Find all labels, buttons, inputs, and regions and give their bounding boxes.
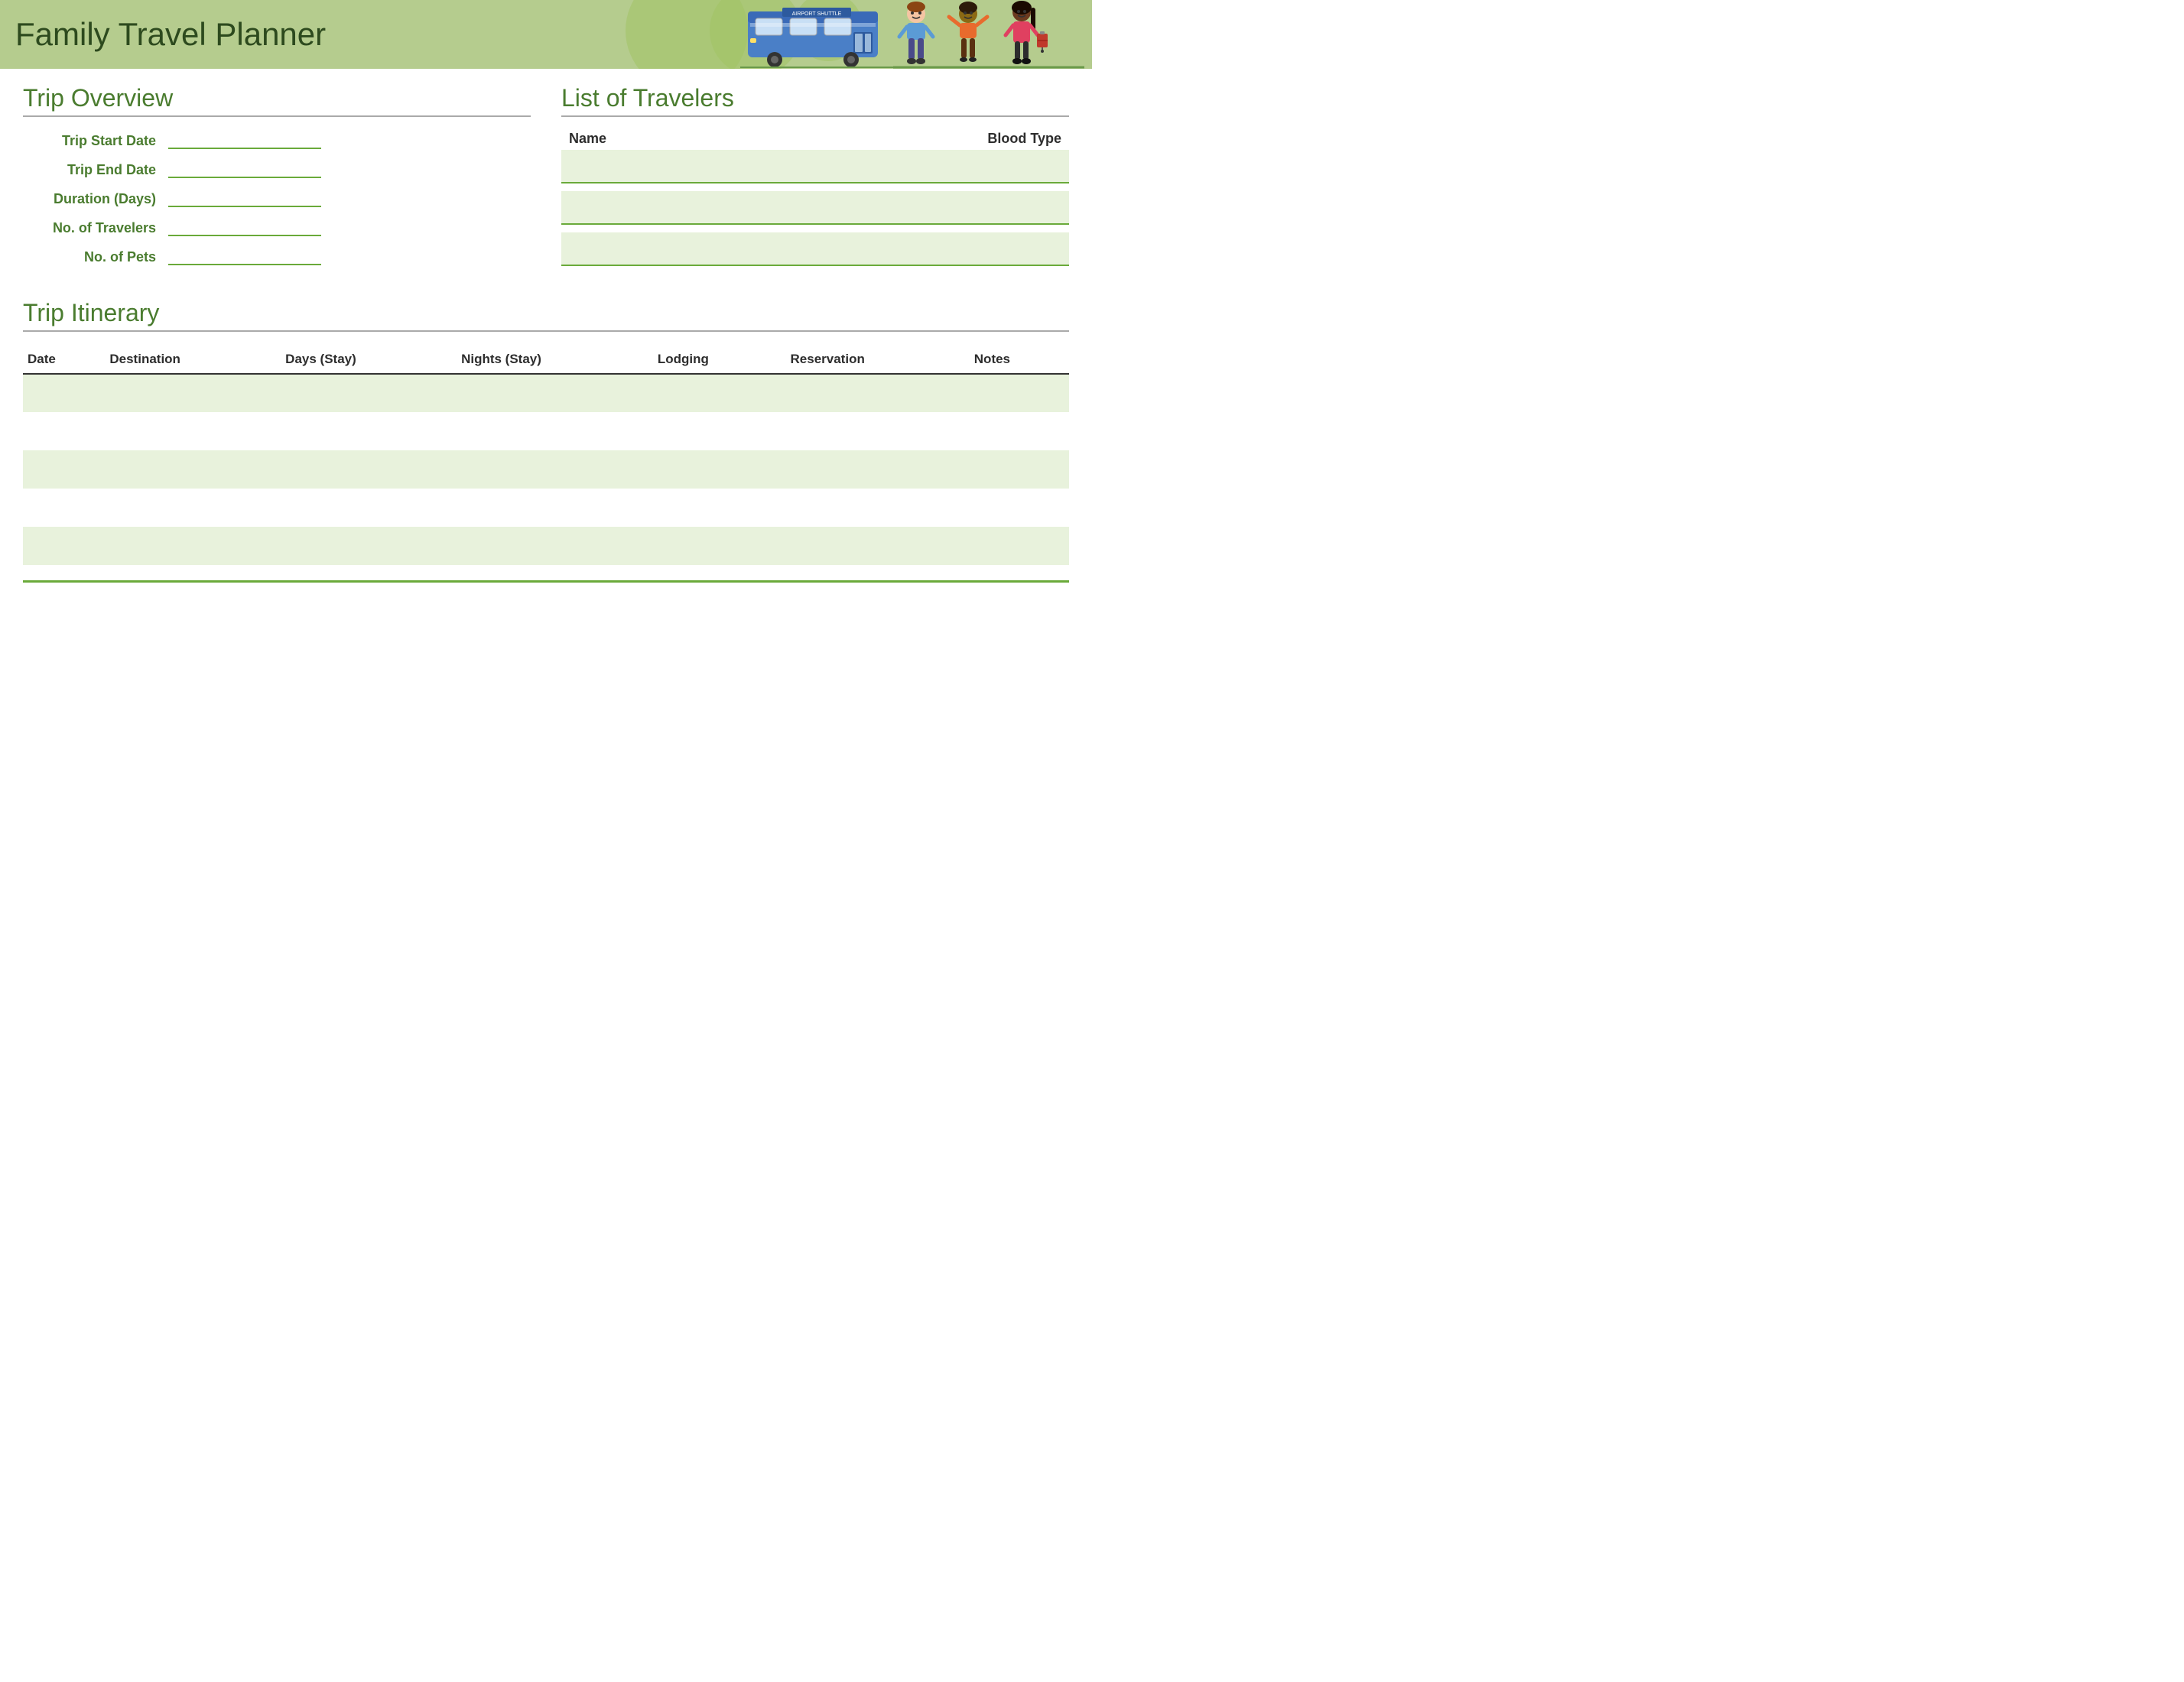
trip-overview-title: Trip Overview: [23, 84, 531, 117]
duration-days-input[interactable]: [168, 189, 321, 207]
itinerary-row-4[interactable]: [23, 489, 1069, 527]
itinerary-notes-5: [970, 527, 1069, 565]
itinerary-lodging-4: [653, 489, 786, 527]
col-blood-header: Blood Type: [897, 131, 1061, 147]
itinerary-date-3: [23, 450, 105, 489]
itinerary-reservation-5: [786, 527, 970, 565]
trip-end-date-input[interactable]: [168, 160, 321, 178]
duration-days-label: Duration (Days): [31, 191, 168, 207]
itinerary-nights-4: [457, 489, 653, 527]
itinerary-nights-5: [457, 527, 653, 565]
col-date-header: Date: [23, 346, 105, 374]
itinerary-lodging-1: [653, 374, 786, 412]
main-content: Trip Overview Trip Start Date Trip End D…: [0, 69, 1092, 598]
overview-travelers-section: Trip Overview Trip Start Date Trip End D…: [23, 84, 1069, 276]
traveler-row-1[interactable]: [561, 150, 1069, 183]
col-destination-header: Destination: [105, 346, 281, 374]
itinerary-destination-4: [105, 489, 281, 527]
num-pets-row: No. of Pets: [23, 247, 531, 265]
itinerary-nights-2: [457, 412, 653, 450]
travelers-title: List of Travelers: [561, 84, 1069, 117]
num-travelers-input[interactable]: [168, 218, 321, 236]
col-lodging-header: Lodging: [653, 346, 786, 374]
itinerary-date-5: [23, 527, 105, 565]
itinerary-nights-1: [457, 374, 653, 412]
itinerary-date-4: [23, 489, 105, 527]
col-name-header: Name: [569, 131, 897, 147]
itinerary-date-2: [23, 412, 105, 450]
itinerary-notes-4: [970, 489, 1069, 527]
footer-divider: [23, 580, 1069, 583]
num-travelers-row: No. of Travelers: [23, 218, 531, 236]
itinerary-nights-3: [457, 450, 653, 489]
page-title: Family Travel Planner: [15, 16, 326, 53]
itinerary-notes-3: [970, 450, 1069, 489]
itinerary-destination-3: [105, 450, 281, 489]
traveler-row-3[interactable]: [561, 232, 1069, 266]
itinerary-days-4: [281, 489, 457, 527]
itinerary-days-1: [281, 374, 457, 412]
itinerary-days-2: [281, 412, 457, 450]
itinerary-reservation-3: [786, 450, 970, 489]
itinerary-days-5: [281, 527, 457, 565]
num-pets-label: No. of Pets: [31, 249, 168, 265]
trip-start-date-label: Trip Start Date: [31, 133, 168, 149]
itinerary-destination-5: [105, 527, 281, 565]
col-notes-header: Notes: [970, 346, 1069, 374]
duration-days-row: Duration (Days): [23, 189, 531, 207]
itinerary-destination-2: [105, 412, 281, 450]
itinerary-row-2[interactable]: [23, 412, 1069, 450]
trip-start-date-input[interactable]: [168, 131, 321, 149]
itinerary-header-row: Date Destination Days (Stay) Nights (Sta…: [23, 346, 1069, 374]
col-nights-header: Nights (Stay): [457, 346, 653, 374]
itinerary-row-1[interactable]: [23, 374, 1069, 412]
travelers-section: List of Travelers Name Blood Type: [561, 84, 1069, 276]
col-reservation-header: Reservation: [786, 346, 970, 374]
page-header: Family Travel Planner AIRPORT SHUTTLE: [0, 0, 1092, 69]
num-pets-input[interactable]: [168, 247, 321, 265]
itinerary-notes-1: [970, 374, 1069, 412]
itinerary-table: Date Destination Days (Stay) Nights (Sta…: [23, 346, 1069, 565]
itinerary-lodging-2: [653, 412, 786, 450]
itinerary-date-1: [23, 374, 105, 412]
trip-end-date-label: Trip End Date: [31, 162, 168, 178]
itinerary-lodging-3: [653, 450, 786, 489]
trip-overview-section: Trip Overview Trip Start Date Trip End D…: [23, 84, 531, 276]
col-days-header: Days (Stay): [281, 346, 457, 374]
itinerary-reservation-2: [786, 412, 970, 450]
trip-end-date-row: Trip End Date: [23, 160, 531, 178]
deco-circle-3: [626, 0, 748, 69]
bus-illustration: AIRPORT SHUTTLE: [740, 0, 893, 69]
itinerary-section: Trip Itinerary Date Destination Days (St…: [23, 299, 1069, 565]
itinerary-lodging-5: [653, 527, 786, 565]
itinerary-destination-1: [105, 374, 281, 412]
itinerary-reservation-4: [786, 489, 970, 527]
itinerary-row-5[interactable]: [23, 527, 1069, 565]
trip-start-date-row: Trip Start Date: [23, 131, 531, 149]
itinerary-row-3[interactable]: [23, 450, 1069, 489]
itinerary-notes-2: [970, 412, 1069, 450]
num-travelers-label: No. of Travelers: [31, 220, 168, 236]
travelers-table-header: Name Blood Type: [561, 131, 1069, 147]
itinerary-reservation-1: [786, 374, 970, 412]
people-illustration: [893, 0, 1092, 69]
itinerary-title: Trip Itinerary: [23, 299, 1069, 332]
traveler-row-2[interactable]: [561, 191, 1069, 225]
itinerary-days-3: [281, 450, 457, 489]
svg-text:AIRPORT SHUTTLE: AIRPORT SHUTTLE: [792, 11, 842, 17]
